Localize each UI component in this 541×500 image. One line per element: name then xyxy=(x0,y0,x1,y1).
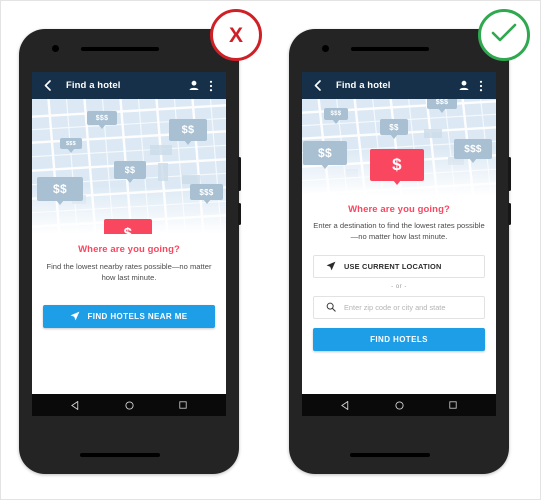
map-pin-price[interactable]: $$ xyxy=(114,161,146,179)
bottom-speaker-bar xyxy=(350,453,430,457)
phone-screen-incorrect: Find a hotel $$$ $$ $$$ $$ $$ $$$ $ Wher… xyxy=(32,72,226,416)
circle-home-icon[interactable] xyxy=(394,400,404,410)
android-nav-bar xyxy=(302,394,496,416)
map-pin-price[interactable]: $$$ xyxy=(324,108,348,120)
page-subtext: Enter a destination to find the lowest r… xyxy=(313,221,485,241)
chevron-left-icon[interactable] xyxy=(310,79,324,93)
map-pin-selected[interactable]: $ xyxy=(370,149,424,181)
app-bar-title: Find a hotel xyxy=(66,80,121,91)
power-side-button xyxy=(508,203,511,225)
app-bar: Find a hotel xyxy=(302,72,496,99)
app-bar-title: Find a hotel xyxy=(336,80,391,91)
phone-mockup-incorrect: Find a hotel $$$ $$ $$$ $$ $$ $$$ $ Wher… xyxy=(19,29,241,474)
page-subtext: Find the lowest nearby rates possible—no… xyxy=(46,262,212,282)
map-pin-price[interactable]: $$$ xyxy=(427,99,457,109)
page-heading: Where are you going? xyxy=(348,204,450,215)
triangle-back-icon[interactable] xyxy=(340,400,350,410)
map-pin-price[interactable]: $$$ xyxy=(190,184,223,200)
map-pin-price[interactable]: $$ xyxy=(37,177,83,201)
screen-content-correct: Where are you going? Enter a destination… xyxy=(302,204,496,351)
triangle-back-icon[interactable] xyxy=(70,400,80,410)
front-camera-dot xyxy=(52,45,59,52)
use-current-location-label: USE CURRENT LOCATION xyxy=(344,262,442,271)
find-hotels-near-me-label: FIND HOTELS NEAR ME xyxy=(87,312,188,321)
navigation-arrow-icon xyxy=(70,311,80,323)
close-x-icon: X xyxy=(228,23,243,47)
map-pin-price[interactable]: $$$ xyxy=(60,138,82,149)
map-pin-price[interactable]: $$ xyxy=(169,119,207,141)
square-recents-icon[interactable] xyxy=(448,400,458,410)
or-separator: - or - xyxy=(391,284,407,290)
check-icon xyxy=(491,23,517,48)
more-vertical-icon[interactable] xyxy=(474,78,488,94)
map-pin-price[interactable]: $$ xyxy=(380,119,408,135)
more-vertical-icon[interactable] xyxy=(204,78,218,94)
volume-side-button xyxy=(508,157,511,191)
map-pin-price[interactable]: $$$ xyxy=(87,111,117,125)
status-badge-correct xyxy=(478,9,530,61)
search-input[interactable] xyxy=(344,303,474,312)
use-current-location-button[interactable]: USE CURRENT LOCATION xyxy=(313,255,485,278)
map-preview[interactable]: $$$ $$$ $$ $$ $$$ $ xyxy=(302,99,496,196)
find-hotels-label: FIND HOTELS xyxy=(370,335,428,344)
search-icon xyxy=(326,299,336,317)
navigation-arrow-icon xyxy=(326,261,336,273)
map-pin-price[interactable]: $$$ xyxy=(454,139,492,159)
map-pin-price[interactable]: $$ xyxy=(303,141,347,165)
earpiece-speaker xyxy=(351,47,429,51)
comparison-canvas: Find a hotel $$$ $$ $$$ $$ $$ $$$ $ Wher… xyxy=(0,0,541,500)
volume-side-button xyxy=(238,157,241,191)
status-badge-incorrect: X xyxy=(210,9,262,61)
screen-content-incorrect: Where are you going? Find the lowest nea… xyxy=(32,244,226,328)
map-preview[interactable]: $$$ $$ $$$ $$ $$ $$$ $ xyxy=(32,99,226,234)
find-hotels-button[interactable]: FIND HOTELS xyxy=(313,328,485,351)
android-nav-bar xyxy=(32,394,226,416)
power-side-button xyxy=(238,203,241,225)
find-hotels-near-me-button[interactable]: FIND HOTELS NEAR ME xyxy=(43,305,215,328)
circle-home-icon[interactable] xyxy=(124,400,134,410)
destination-search-field[interactable] xyxy=(313,296,485,319)
map-pin-selected[interactable]: $ xyxy=(104,219,152,234)
page-heading: Where are you going? xyxy=(78,244,180,255)
earpiece-speaker xyxy=(81,47,159,51)
phone-mockup-correct: Find a hotel $$$ $$$ $$ $$ $$$ $ Where a… xyxy=(289,29,511,474)
app-bar: Find a hotel xyxy=(32,72,226,99)
phone-screen-correct: Find a hotel $$$ $$$ $$ $$ $$$ $ Where a… xyxy=(302,72,496,416)
front-camera-dot xyxy=(322,45,329,52)
account-person-icon[interactable] xyxy=(187,78,201,94)
bottom-speaker-bar xyxy=(80,453,160,457)
square-recents-icon[interactable] xyxy=(178,400,188,410)
account-person-icon[interactable] xyxy=(457,78,471,94)
chevron-left-icon[interactable] xyxy=(40,79,54,93)
